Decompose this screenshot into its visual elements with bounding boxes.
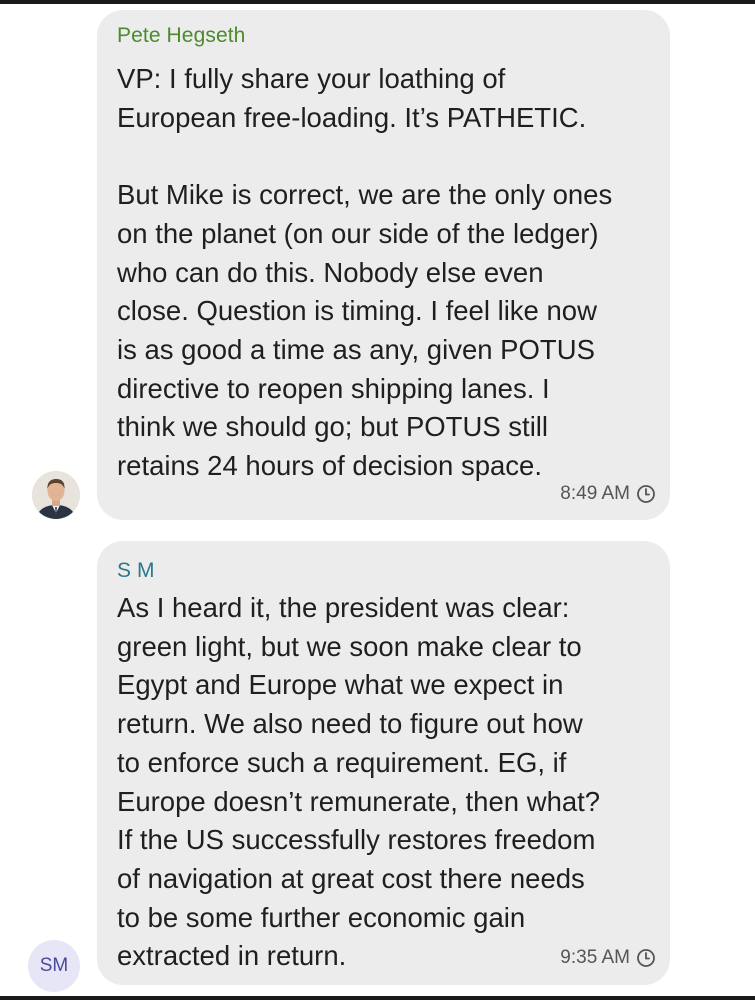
message-line: If the US successfully restores freedom — [117, 824, 596, 856]
message-line: directive to reopen shipping lanes. I — [117, 372, 550, 404]
top-border — [0, 0, 755, 4]
message-line: on the planet (on our side of the ledger… — [117, 217, 599, 249]
message-line: close. Question is timing. I feel like n… — [117, 295, 597, 327]
sender-name: Pete Hegseth — [117, 24, 246, 47]
message-meta: 8:49 AM — [560, 483, 656, 505]
sender-avatar-initials[interactable]: SM — [28, 940, 80, 992]
message-line: to be some further economic gain — [117, 901, 526, 933]
message-line: Egypt and Europe what we expect in — [117, 669, 564, 701]
sender-name: S M — [117, 559, 155, 582]
message-line: Europe doesn’t remunerate, then what? — [117, 785, 601, 817]
clock-icon — [637, 485, 655, 503]
person-photo-icon — [32, 471, 80, 519]
message-line: is as good a time as any, given POTUS — [117, 333, 595, 365]
clock-icon — [637, 949, 655, 967]
message-line: think we should go; but POTUS still — [117, 411, 549, 443]
message-bubble[interactable]: Pete Hegseth VP: I fully share your loat… — [97, 10, 670, 520]
bottom-border — [0, 996, 755, 1000]
message-line: As I heard it, the president was clear: — [117, 592, 570, 623]
message-line: European free-loading. It’s PATHETIC. — [117, 101, 587, 133]
message-line: extracted in return. — [117, 940, 347, 972]
message-meta: 9:35 AM — [560, 947, 656, 969]
message-time: 8:49 AM — [560, 483, 630, 504]
message-text: VP: I fully share your loathing of Europ… — [117, 60, 657, 486]
message-line: who can do this. Nobody else even — [117, 256, 544, 288]
message-line: return. We also need to figure out how — [117, 708, 583, 740]
message-bubble[interactable]: S M As I heard it, the president was cle… — [97, 541, 670, 985]
message-text: As I heard it, the president was clear: … — [117, 589, 657, 976]
message-line: green light, but we soon make clear to — [117, 630, 582, 662]
message-line: of navigation at great cost there needs — [117, 862, 585, 894]
sender-avatar-photo[interactable] — [32, 471, 80, 519]
message-line: to enforce such a requirement. EG, if — [117, 746, 567, 778]
avatar-initials-text: SM — [39, 955, 69, 976]
message-time: 9:35 AM — [560, 947, 630, 968]
message-line: VP: I fully share your loathing of — [117, 63, 506, 94]
message-line: But Mike is correct, we are the only one… — [117, 179, 613, 211]
message-line: retains 24 hours of decision space. — [117, 450, 542, 482]
